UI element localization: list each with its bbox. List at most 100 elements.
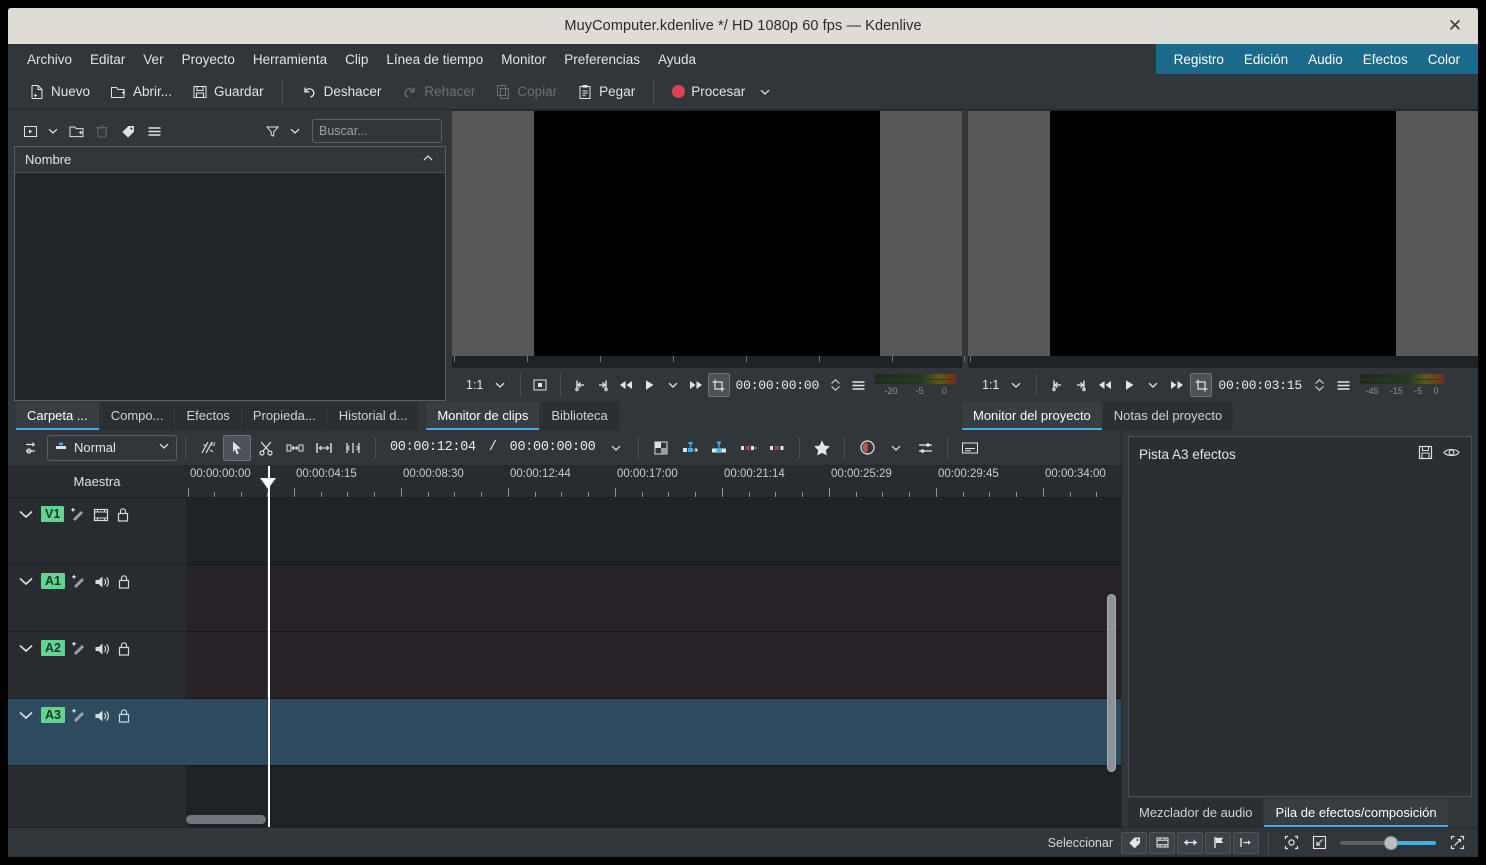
insert-zone-icon[interactable] xyxy=(676,435,704,461)
menu-monitor[interactable]: Monitor xyxy=(492,48,555,71)
effect-stack-body[interactable] xyxy=(1129,471,1471,796)
sort-chevron-up-icon[interactable] xyxy=(421,151,435,168)
track-name-a3[interactable]: A3 xyxy=(41,707,65,723)
track-audio-icon-a2[interactable] xyxy=(93,640,111,658)
project-forward-icon[interactable] xyxy=(1166,373,1188,397)
status-marker-flag-icon[interactable] xyxy=(1205,831,1231,854)
timeline-track-v1[interactable] xyxy=(186,498,1121,565)
track-expand-chevron-down-icon-a2[interactable] xyxy=(16,640,36,656)
mix-checkerboard-icon[interactable] xyxy=(647,435,675,461)
bin-menu-icon[interactable] xyxy=(142,119,166,143)
subtitles-icon[interactable] xyxy=(956,435,984,461)
menu-editar[interactable]: Editar xyxy=(81,48,134,71)
layout-color[interactable]: Color xyxy=(1418,48,1470,71)
mix-clip-icon[interactable]: M xyxy=(194,435,222,461)
timeline-track-a1[interactable] xyxy=(186,565,1121,632)
track-effects-wand-icon-a1[interactable] xyxy=(70,573,88,591)
zoom-slider-knob[interactable] xyxy=(1384,835,1399,850)
playhead-handle[interactable] xyxy=(260,478,276,489)
play-icon[interactable] xyxy=(639,373,660,397)
timecode-chevron-down-icon[interactable] xyxy=(602,435,630,461)
menu-linea-de-tiempo[interactable]: Línea de tiempo xyxy=(377,48,492,71)
fit-zoom-icon[interactable] xyxy=(1278,832,1304,854)
audio-mixer-icon[interactable] xyxy=(911,435,939,461)
track-header-a3[interactable]: A3 xyxy=(8,699,186,766)
track-name-a1[interactable]: A1 xyxy=(41,573,65,589)
track-audio-icon-a3[interactable] xyxy=(93,707,111,725)
tab-composiciones[interactable]: Compo... xyxy=(99,402,175,430)
new-folder-icon[interactable] xyxy=(64,119,88,143)
timeline-preferences-icon[interactable] xyxy=(18,435,46,461)
tab-notas-del-proyecto[interactable]: Notas del proyecto xyxy=(1102,402,1234,430)
timeline-duration-timecode[interactable]: 00:00:00:00 xyxy=(504,440,602,455)
project-monitor-ruler[interactable] xyxy=(968,356,1478,368)
paste-button[interactable]: Pegar xyxy=(568,80,644,104)
menu-herramienta[interactable]: Herramienta xyxy=(244,48,336,71)
render-dropdown-chevron-down-icon[interactable] xyxy=(756,80,774,104)
add-clip-icon[interactable] xyxy=(18,119,42,143)
track-effects-wand-icon-a2[interactable] xyxy=(70,640,88,658)
forward-icon[interactable] xyxy=(685,373,706,397)
clip-monitor-timecode[interactable]: 00:00:00:00 xyxy=(732,378,824,393)
project-monitor-zoom-chevron-down-icon[interactable] xyxy=(1005,373,1027,397)
track-lock-icon-a2[interactable] xyxy=(116,640,132,658)
set-zone-in-icon[interactable] xyxy=(570,373,591,397)
timeline[interactable]: Maestra V1 A1 A2 A3 00:00:00:00 00:00:04… xyxy=(8,466,1121,827)
track-expand-chevron-down-icon-a1[interactable] xyxy=(16,573,36,589)
project-monitor-menu-icon[interactable] xyxy=(1332,373,1354,397)
playhead[interactable] xyxy=(260,466,276,827)
menu-clip[interactable]: Clip xyxy=(336,48,377,71)
tab-monitor-de-clips[interactable]: Monitor de clips xyxy=(426,402,540,430)
timeline-tracks-area[interactable]: 00:00:00:00 00:00:04:15 00:00:08:30 00:0… xyxy=(186,466,1121,827)
preview-render-icon[interactable] xyxy=(853,435,881,461)
status-tag-icon[interactable] xyxy=(1121,831,1147,854)
project-set-zone-in-icon[interactable] xyxy=(1046,373,1068,397)
timeline-ruler[interactable]: 00:00:00:00 00:00:04:15 00:00:08:30 00:0… xyxy=(186,466,1121,506)
tab-efectos[interactable]: Efectos xyxy=(175,402,241,430)
slip-tool-icon[interactable] xyxy=(310,435,338,461)
track-name-v1[interactable]: V1 xyxy=(41,506,65,522)
track-lock-icon-a1[interactable] xyxy=(116,573,132,591)
undo-button[interactable]: Deshacer xyxy=(292,80,391,104)
timeline-zoom-slider[interactable] xyxy=(1340,833,1436,853)
timeline-horizontal-scrollbar[interactable] xyxy=(186,815,266,824)
edit-mode-chevron-down-icon[interactable] xyxy=(158,440,170,455)
timeline-track-a2[interactable] xyxy=(186,632,1121,699)
favorite-star-icon[interactable] xyxy=(808,435,836,461)
timeline-vertical-scrollbar[interactable] xyxy=(1107,594,1116,772)
close-icon[interactable]: ✕ xyxy=(1442,8,1468,44)
track-lock-icon-a3[interactable] xyxy=(116,707,132,725)
status-snap-icon[interactable] xyxy=(1233,831,1259,854)
project-play-icon[interactable] xyxy=(1118,373,1140,397)
tab-monitor-del-proyecto[interactable]: Monitor del proyecto xyxy=(962,402,1102,430)
tab-pila-de-efectos[interactable]: Pila de efectos/composición xyxy=(1264,799,1448,827)
layout-audio[interactable]: Audio xyxy=(1298,48,1353,71)
clip-monitor-menu-icon[interactable] xyxy=(848,373,869,397)
timeline-track-a3[interactable] xyxy=(186,699,1121,766)
project-monitor-view[interactable] xyxy=(968,110,1478,356)
timecode-spinner-icon[interactable] xyxy=(825,373,846,397)
clip-monitor-zoom-chevron-down-icon[interactable] xyxy=(489,373,510,397)
tab-propiedades[interactable]: Propieda... xyxy=(241,402,327,430)
tab-biblioteca[interactable]: Biblioteca xyxy=(540,402,619,430)
menu-ver[interactable]: Ver xyxy=(134,48,172,71)
track-lock-icon[interactable] xyxy=(115,506,131,524)
clip-monitor-ruler[interactable] xyxy=(452,356,965,368)
project-rewind-icon[interactable] xyxy=(1094,373,1116,397)
spacer-tool-icon[interactable] xyxy=(281,435,309,461)
track-effects-wand-icon-a3[interactable] xyxy=(70,707,88,725)
save-button[interactable]: Guardar xyxy=(183,80,273,104)
render-button[interactable]: Procesar xyxy=(663,80,754,103)
tab-carpeta-proyecto[interactable]: Carpeta ... xyxy=(16,402,99,430)
new-button[interactable]: Nuevo xyxy=(20,80,99,104)
track-audio-icon-a1[interactable] xyxy=(93,573,111,591)
status-transition-icon[interactable] xyxy=(1177,831,1203,854)
clip-monitor-fit-icon[interactable] xyxy=(529,373,550,397)
save-effect-stack-icon[interactable] xyxy=(1417,444,1434,464)
search-input[interactable]: Buscar... xyxy=(312,119,442,143)
project-set-zone-out-icon[interactable] xyxy=(1070,373,1092,397)
timeline-position-timecode[interactable]: 00:00:12:04 xyxy=(384,440,482,455)
layout-edicion[interactable]: Edición xyxy=(1234,48,1298,71)
open-button[interactable]: Abrir... xyxy=(101,80,181,104)
project-play-options-chevron-down-icon[interactable] xyxy=(1142,373,1164,397)
